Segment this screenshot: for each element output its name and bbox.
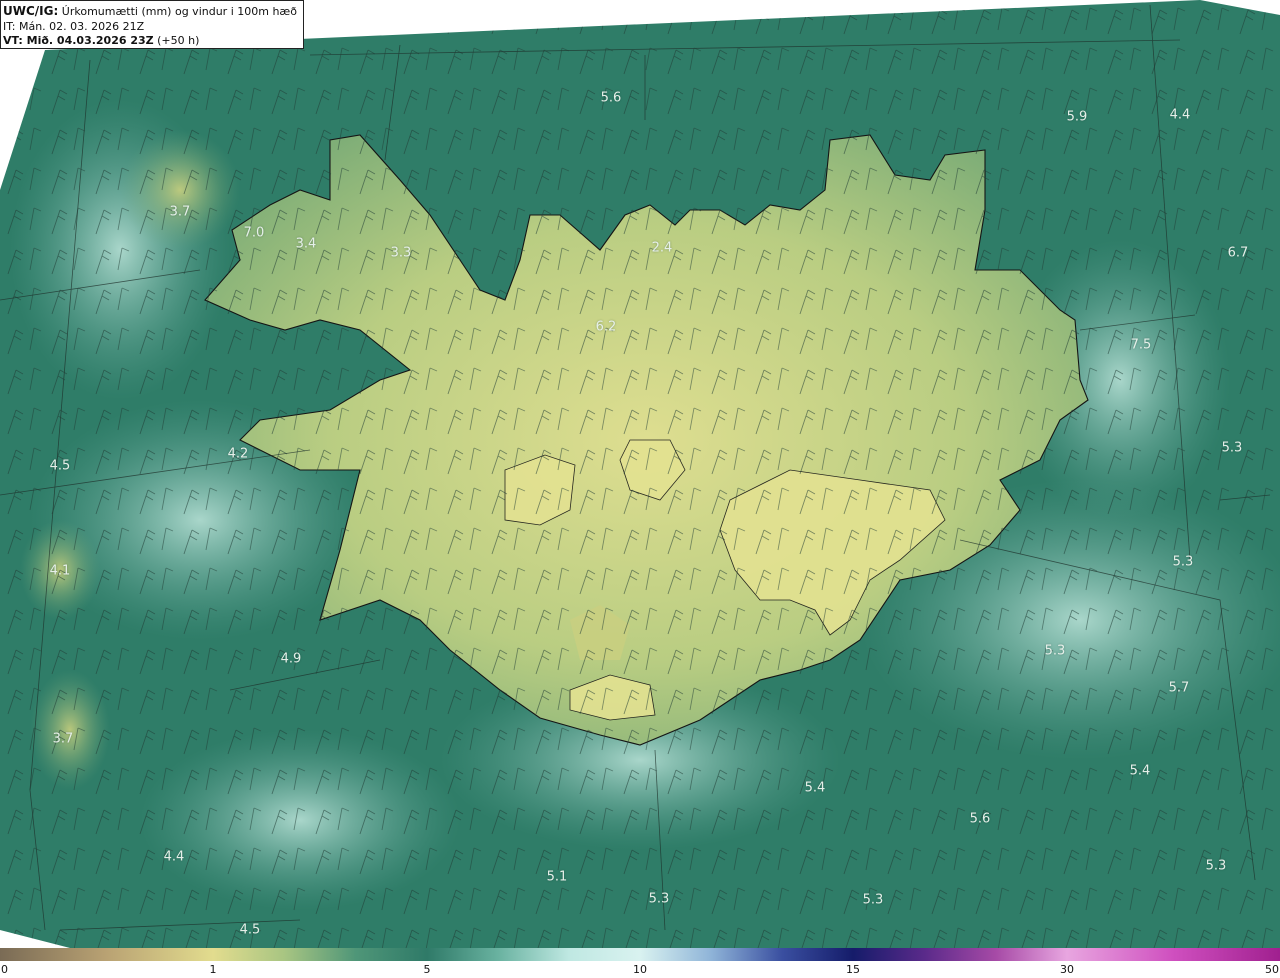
map-value: 5.3	[1205, 858, 1227, 874]
map-value: 4.4	[163, 849, 185, 865]
map-value: 4.2	[227, 446, 249, 462]
map-value: 3.4	[295, 236, 317, 252]
lead-time: (+50 h)	[157, 34, 200, 47]
map-value: 6.7	[1227, 245, 1249, 261]
map-value: 5.3	[862, 892, 884, 908]
map-value: 4.4	[1169, 107, 1191, 123]
valid-time: VT: Mið. 04.03.2026 23Z	[3, 34, 154, 47]
map-value: 4.5	[49, 458, 71, 474]
map-value: 3.7	[169, 204, 191, 220]
colorbar-tick: 30	[1060, 963, 1074, 976]
map-value: 5.3	[1172, 554, 1194, 570]
issue-time: IT: Mán. 02. 03. 2026 21Z	[3, 19, 145, 33]
precipitation-map	[0, 0, 1280, 948]
colorbar-tick: 15	[846, 963, 860, 976]
map-value: 5.6	[600, 90, 622, 106]
wind-barbs	[0, 0, 1280, 948]
map-value: 7.5	[1130, 337, 1152, 353]
map-value: 5.1	[546, 869, 568, 885]
map-value: 5.9	[1066, 109, 1088, 125]
map-title-box: UWC/IG: Úrkomumætti (mm) og vindur i 100…	[0, 0, 304, 49]
map-value: 5.3	[1221, 440, 1243, 456]
colorbar-tick: 5	[423, 963, 431, 976]
map-value: 3.3	[390, 245, 412, 261]
map-value: 3.7	[52, 731, 74, 747]
map-value: 5.4	[1129, 763, 1151, 779]
map-value: 6.2	[595, 319, 617, 335]
model-label: UWC/IG:	[3, 4, 59, 18]
colorbar-legend: 0 1 5 10 15 30 50	[0, 948, 1280, 978]
map-value: 7.0	[243, 225, 265, 241]
map-value: 2.4	[651, 240, 673, 256]
map-value: 5.4	[804, 780, 826, 796]
map-value: 5.7	[1168, 680, 1190, 696]
map-value: 5.3	[648, 891, 670, 907]
map-value: 4.5	[239, 922, 261, 938]
map-value: 4.1	[49, 563, 71, 579]
colorbar-tick: 1	[209, 963, 217, 976]
colorbar-tick: 50	[1265, 963, 1279, 976]
colorbar-tick: 0	[1, 963, 8, 976]
colorbar	[0, 948, 1280, 961]
map-title: Úrkomumætti (mm) og vindur i 100m hæð	[61, 5, 297, 18]
map-value: 5.3	[1044, 643, 1066, 659]
map-value: 5.6	[969, 811, 991, 827]
colorbar-tick: 10	[633, 963, 647, 976]
map-value: 4.9	[280, 651, 302, 667]
